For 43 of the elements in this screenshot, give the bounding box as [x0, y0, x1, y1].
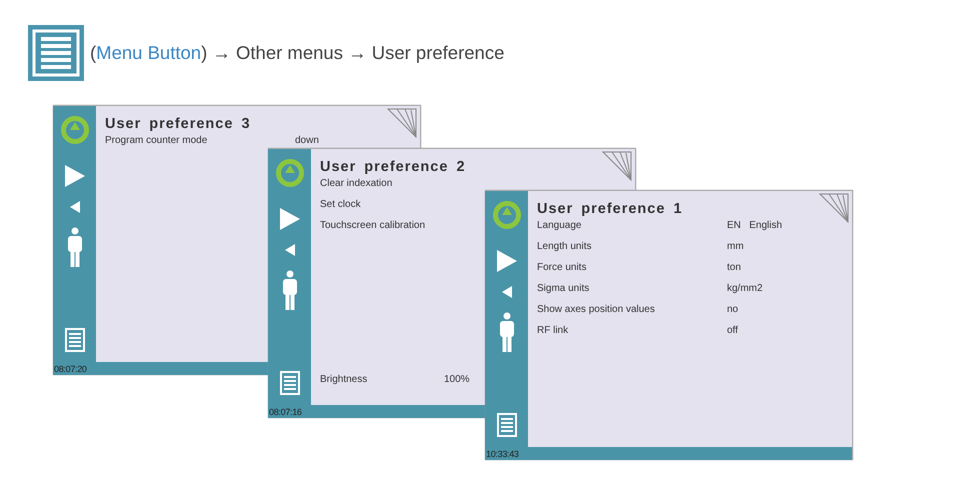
setting-value: EN English: [727, 220, 782, 231]
setting-value: no: [727, 304, 738, 315]
setting-label: Sigma units: [537, 283, 590, 294]
corner-rays-icon: [819, 193, 849, 223]
setting-label: Program counter mode: [105, 135, 208, 146]
menu-icon: [28, 25, 84, 81]
screen-title: User preference 2: [320, 159, 467, 175]
setting-label: Brightness: [320, 374, 368, 385]
screen-title: User preference 3: [105, 116, 252, 132]
setting-value: 100%: [444, 374, 470, 385]
clock-time: 10:33:43: [485, 448, 519, 458]
setting-value: mm: [727, 241, 744, 252]
setting-label: Language: [537, 220, 582, 231]
person-icon[interactable]: [498, 312, 514, 352]
menu-icon[interactable]: [280, 371, 300, 395]
setting-label: Force units: [537, 262, 586, 273]
clock-time: 08:07:20: [53, 364, 87, 374]
corner-rays-icon: [387, 108, 417, 138]
back-icon[interactable]: [502, 286, 512, 298]
clock-time: 08:07:16: [268, 406, 302, 416]
corner-rays-icon: [602, 151, 632, 181]
setting-label: Clear indexation: [320, 178, 392, 189]
menu-icon[interactable]: [496, 413, 516, 437]
setting-label: Touchscreen calibration: [320, 220, 426, 231]
setting-label: RF link: [537, 325, 568, 336]
setting-label: Set clock: [320, 199, 361, 210]
setting-label: Length units: [537, 241, 592, 252]
menu-button-link[interactable]: Menu Button: [96, 42, 202, 63]
setting-value: kg/mm2: [727, 283, 763, 294]
person-icon[interactable]: [282, 270, 298, 310]
menu-icon[interactable]: [64, 328, 84, 352]
setting-value: off: [727, 325, 738, 336]
setting-label: Show axes position values: [537, 304, 655, 315]
breadcrumb-text: (Menu Button) → Other menus → User preference: [90, 42, 504, 64]
play-icon[interactable]: [496, 250, 516, 272]
play-icon[interactable]: [280, 208, 300, 230]
back-icon[interactable]: [70, 201, 80, 213]
setting-value: ton: [727, 262, 741, 273]
person-icon[interactable]: [66, 227, 82, 267]
screen-title: User preference 1: [537, 201, 684, 217]
play-icon[interactable]: [64, 165, 84, 187]
setting-value: down: [295, 135, 319, 146]
back-icon[interactable]: [284, 244, 294, 256]
